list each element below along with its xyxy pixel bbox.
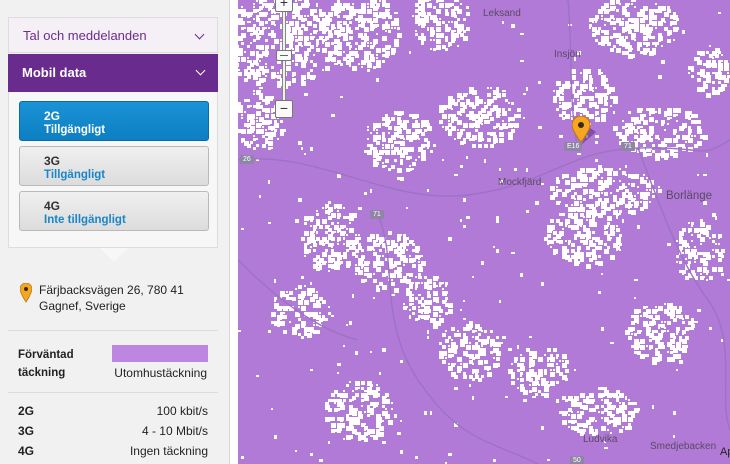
panel-pointer [100, 248, 128, 262]
zoom-in-button[interactable]: + [275, 0, 293, 12]
expected-coverage-label-line: täckning [18, 367, 66, 379]
divider [8, 330, 218, 331]
speed-value: 100 kbit/s [156, 404, 208, 418]
speed-row-4g: 4G Ingen täckning [18, 444, 208, 462]
speed-tech: 4G [18, 444, 35, 458]
coverage-type: Utomhustäckning [114, 366, 207, 380]
chevron-down-icon [194, 29, 205, 40]
speed-value: Ingen täckning [129, 444, 208, 458]
address-line-1: Färjbacksvägen 26, 780 41 [39, 283, 184, 297]
mobile-data-panel: 2G Tillgängligt 3G Tillgängligt 4G Inte … [8, 92, 218, 248]
road-shield: 50 [570, 456, 584, 464]
speed-row-2g: 2G 100 kbit/s [18, 404, 208, 422]
tech-button-status: Inte tillgängligt [44, 214, 126, 226]
road-shield: 26 [240, 155, 254, 164]
expected-coverage-label-line: Förväntad [18, 349, 74, 361]
accordion-mobile-data[interactable]: Mobil data [8, 54, 218, 92]
accordion-label: Mobil data [22, 65, 87, 80]
map-place-label: Leksand [483, 8, 521, 19]
address-block: Färjbacksvägen 26, 780 41 Gagnef, Sverig… [19, 282, 220, 314]
coverage-color-swatch [112, 345, 208, 362]
map-place-label: Insjön [554, 49, 581, 60]
divider [8, 392, 218, 393]
tech-button-status: Tillgängligt [44, 124, 106, 136]
zoom-out-button[interactable]: − [275, 100, 293, 118]
speed-row-3g: 3G 4 - 10 Mbit/s [18, 424, 208, 442]
map-attribution-fragment: Ap [720, 446, 730, 458]
speed-value: 4 - 10 Mbit/s [141, 424, 208, 438]
accordion-label: Tal och meddelanden [23, 28, 147, 43]
coverage-sidebar: Tal och meddelanden Mobil data 2G Tillgä… [0, 0, 230, 464]
speed-tech: 3G [18, 424, 35, 438]
tech-button-status: Tillgängligt [44, 169, 106, 181]
chevron-down-icon [195, 65, 206, 76]
speed-tech: 2G [18, 404, 35, 418]
tech-button-3g[interactable]: 3G Tillgängligt [19, 146, 209, 186]
tech-button-4g[interactable]: 4G Inte tillgängligt [19, 191, 209, 231]
tech-button-title: 2G [44, 109, 61, 123]
tech-button-2g[interactable]: 2G Tillgängligt [19, 101, 209, 141]
expected-coverage-label: Förväntad täckning [18, 346, 74, 382]
location-pin-icon [19, 282, 33, 307]
tech-button-title: 3G [44, 154, 61, 168]
accordion-voice-messages[interactable]: Tal och meddelanden [8, 17, 218, 53]
coverage-map[interactable]: Leksand Insjön Mockfjärd Borlänge Ludvik… [238, 0, 730, 464]
address-line-2: Gagnef, Sverige [39, 299, 126, 313]
zoom-slider-handle[interactable] [276, 50, 292, 61]
map-place-label: Mockfjärd [498, 177, 542, 188]
map-place-label: Borlänge [666, 190, 713, 202]
road-shield: 71 [370, 210, 384, 219]
tech-button-title: 4G [44, 199, 61, 213]
map-place-label: Smedjebacken [650, 441, 717, 452]
location-pin-icon[interactable] [571, 115, 598, 151]
map-place-label: Ludvika [583, 434, 618, 445]
coverage-map-canvas[interactable] [238, 0, 730, 464]
road-shield: 71 [621, 142, 635, 151]
